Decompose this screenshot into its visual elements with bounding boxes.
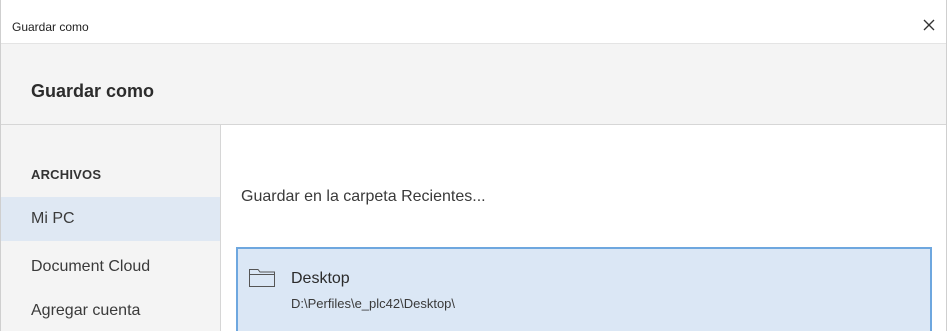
sidebar-item-label: Agregar cuenta	[31, 302, 141, 319]
sidebar-item-agregar-cuenta[interactable]: Agregar cuenta	[1, 289, 220, 331]
folder-name: Desktop	[291, 270, 350, 287]
main-panel: Guardar en la carpeta Recientes... Deskt…	[221, 125, 946, 331]
folder-path: D:\Perfiles\e_plc42\Desktop\	[291, 296, 456, 311]
sidebar-item-label: Mi PC	[31, 210, 75, 227]
recent-folders-heading: Guardar en la carpeta Recientes...	[241, 188, 486, 205]
folder-icon	[249, 269, 275, 287]
sidebar-heading: ARCHIVOS	[31, 167, 102, 182]
sidebar-item-mi-pc[interactable]: Mi PC	[1, 197, 220, 241]
sidebar: ARCHIVOS Mi PC Document Cloud Agregar cu…	[1, 125, 221, 331]
close-button[interactable]	[918, 14, 940, 36]
save-as-dialog: Guardar como Guardar como ARCHIVOS Mi PC…	[0, 0, 947, 331]
sidebar-item-document-cloud[interactable]: Document Cloud	[1, 245, 220, 289]
sidebar-item-label: Document Cloud	[31, 258, 151, 275]
recent-folder-item[interactable]: Desktop D:\Perfiles\e_plc42\Desktop\	[236, 247, 932, 331]
close-icon	[923, 19, 935, 31]
window-title: Guardar como	[12, 20, 89, 34]
title-bar: Guardar como	[1, 0, 946, 44]
page-title: Guardar como	[31, 81, 155, 101]
dialog-header: Guardar como	[1, 44, 946, 125]
